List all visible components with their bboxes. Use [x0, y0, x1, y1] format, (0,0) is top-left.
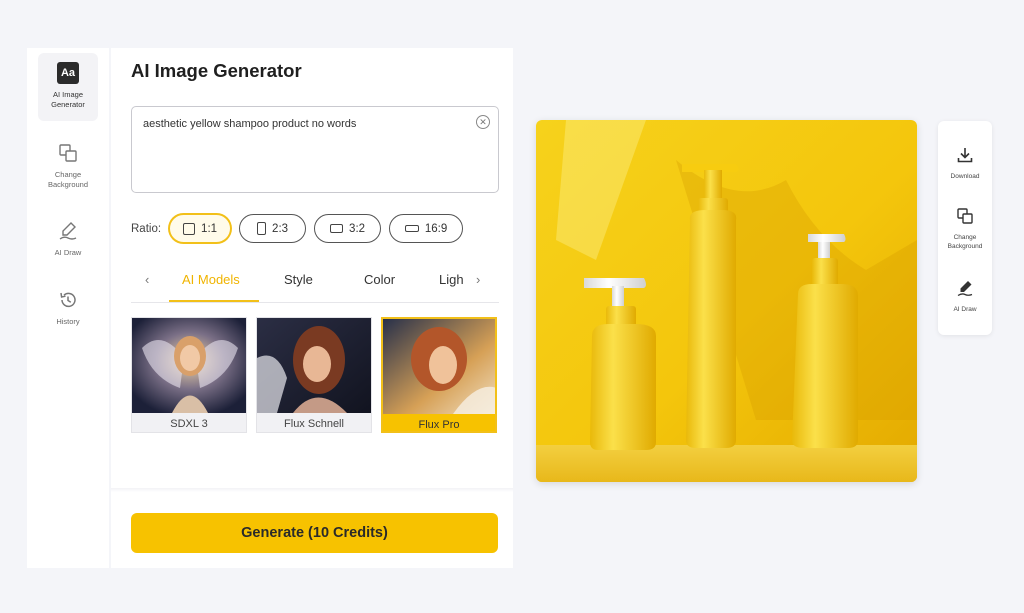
model-thumbnail: [383, 319, 495, 414]
generated-image-preview[interactable]: [536, 120, 917, 482]
ratio-label: Ratio:: [131, 222, 162, 235]
close-icon: ✕: [479, 116, 487, 127]
model-card-flux-schnell[interactable]: Flux Schnell: [256, 317, 372, 433]
model-thumbnail: [257, 318, 371, 413]
image-tools-panel: Download Change Background AI Draw: [938, 121, 992, 335]
tab-lighting[interactable]: Ligh: [439, 272, 463, 287]
tab-color[interactable]: Color: [364, 272, 395, 287]
pen-icon: [956, 279, 974, 302]
model-name: Flux Schnell: [257, 413, 371, 432]
rail-item-label: AI Draw: [54, 248, 82, 257]
copy-squares-icon: [56, 141, 80, 165]
copy-squares-icon: [956, 207, 974, 230]
portrait-shape-icon: [257, 222, 267, 235]
model-thumbnail: [132, 318, 246, 413]
page-title: AI Image Generator: [131, 60, 302, 81]
model-card-sdxl-3[interactable]: SDXL 3: [131, 317, 247, 433]
generate-button[interactable]: Generate (10 Credits): [131, 513, 498, 553]
tool-rail: Aa AI Image Generator Change Background …: [27, 48, 109, 568]
generator-panel: AI Image Generator aesthetic yellow sham…: [111, 48, 513, 568]
tab-ai-models[interactable]: AI Models: [182, 272, 240, 287]
ratio-button-3-2[interactable]: 3:2: [314, 214, 382, 243]
model-name: Flux Pro: [383, 414, 495, 431]
ratio-button-label: 3:2: [349, 222, 366, 235]
ratio-button-2-3[interactable]: 2:3: [239, 214, 307, 243]
rail-item-change-background[interactable]: Change Background: [38, 133, 98, 201]
ratio-selector: Ratio: 1:1 2:3 3:2 16:9: [131, 214, 471, 243]
chevron-right-icon[interactable]: ›: [476, 272, 480, 287]
tab-style[interactable]: Style: [284, 272, 313, 287]
landscape-shape-icon: [330, 224, 344, 233]
ratio-button-1-1[interactable]: 1:1: [169, 214, 232, 243]
divider: [111, 488, 513, 492]
model-card-flux-pro[interactable]: Flux Pro: [381, 317, 497, 433]
rail-item-history[interactable]: History: [38, 280, 98, 348]
rail-item-label: AI Image Generator: [51, 90, 85, 109]
active-tab-indicator: [169, 300, 259, 302]
options-tabs: ‹ AI Models Style Color Ligh ›: [131, 263, 499, 303]
tool-label: Download: [950, 173, 980, 180]
rail-item-ai-image-generator[interactable]: Aa AI Image Generator: [38, 53, 98, 121]
download-icon: [956, 146, 974, 169]
pen-icon: [56, 219, 80, 243]
ai-draw-button[interactable]: AI Draw: [938, 279, 992, 314]
ratio-button-label: 1:1: [201, 222, 218, 235]
ratio-button-label: 2:3: [272, 222, 289, 235]
rail-item-ai-draw[interactable]: AI Draw: [38, 211, 98, 279]
prompt-input[interactable]: aesthetic yellow shampoo product no word…: [131, 106, 499, 193]
rail-item-label: History: [56, 317, 80, 326]
prompt-text[interactable]: aesthetic yellow shampoo product no word…: [143, 118, 356, 130]
rail-item-label: Change Background: [47, 170, 89, 189]
tool-label: AI Draw: [953, 306, 977, 313]
model-name: SDXL 3: [132, 413, 246, 432]
ratio-button-16-9[interactable]: 16:9: [389, 214, 464, 243]
chevron-left-icon[interactable]: ‹: [145, 272, 149, 287]
history-icon: [56, 288, 80, 312]
wide-shape-icon: [404, 225, 419, 232]
tool-label: Change Background: [947, 234, 983, 250]
ratio-button-label: 16:9: [424, 222, 448, 235]
text-aa-icon: Aa: [56, 61, 80, 85]
download-button[interactable]: Download: [938, 146, 992, 181]
square-shape-icon: [183, 222, 196, 235]
clear-prompt-button[interactable]: ✕: [476, 115, 490, 129]
change-background-button[interactable]: Change Background: [938, 207, 992, 251]
